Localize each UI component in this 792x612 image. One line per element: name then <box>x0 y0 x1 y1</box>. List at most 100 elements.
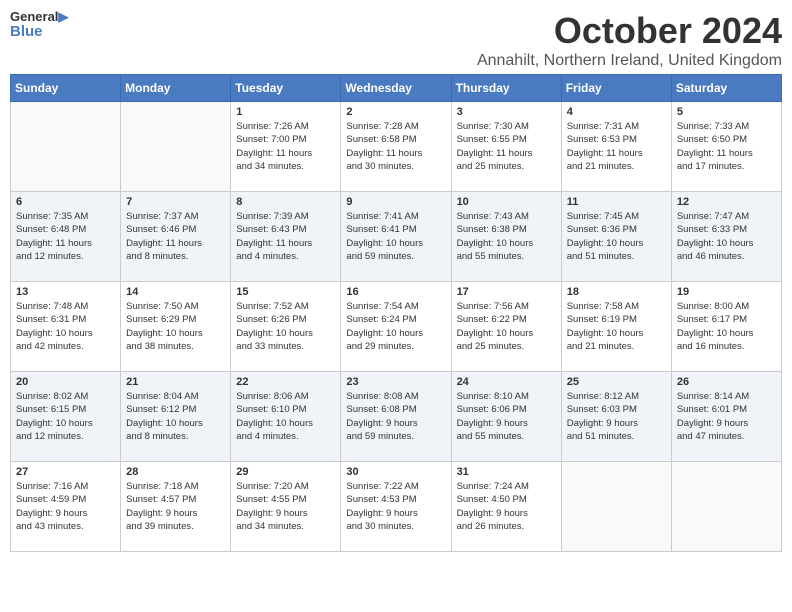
day-info: Sunrise: 7:52 AM Sunset: 6:26 PM Dayligh… <box>236 300 335 353</box>
day-number: 13 <box>16 286 115 298</box>
day-info: Sunrise: 7:24 AM Sunset: 4:50 PM Dayligh… <box>457 480 556 533</box>
day-number: 6 <box>16 196 115 208</box>
day-number: 3 <box>457 106 556 118</box>
calendar-cell: 17 Sunrise: 7:56 AM Sunset: 6:22 PM Dayli… <box>451 282 561 372</box>
calendar-table: SundayMondayTuesdayWednesdayThursdayFrid… <box>10 74 782 552</box>
day-info: Sunrise: 7:31 AM Sunset: 6:53 PM Dayligh… <box>567 120 666 173</box>
header-saturday: Saturday <box>671 75 781 102</box>
header-tuesday: Tuesday <box>231 75 341 102</box>
day-number: 20 <box>16 376 115 388</box>
day-info: Sunrise: 7:39 AM Sunset: 6:43 PM Dayligh… <box>236 210 335 263</box>
calendar-cell: 1 Sunrise: 7:26 AM Sunset: 7:00 PM Daylig… <box>231 102 341 192</box>
week-row-3: 13 Sunrise: 7:48 AM Sunset: 6:31 PM Dayli… <box>11 282 782 372</box>
day-number: 25 <box>567 376 666 388</box>
day-info: Sunrise: 7:54 AM Sunset: 6:24 PM Dayligh… <box>346 300 445 353</box>
calendar-cell: 4 Sunrise: 7:31 AM Sunset: 6:53 PM Daylig… <box>561 102 671 192</box>
location-title: Annahilt, Northern Ireland, United Kingd… <box>477 52 782 70</box>
day-info: Sunrise: 7:22 AM Sunset: 4:53 PM Dayligh… <box>346 480 445 533</box>
calendar-cell: 18Sunrise: 7:58 AM Sunset: 6:19 PM Dayli… <box>561 282 671 372</box>
calendar-cell: 31 Sunrise: 7:24 AM Sunset: 4:50 PM Dayli… <box>451 462 561 552</box>
title-section: October 2024 Annahilt, Northern Ireland,… <box>477 10 782 70</box>
logo-icon: General▶ Blue <box>10 10 68 41</box>
calendar-cell: 10Sunrise: 7:43 AM Sunset: 6:38 PM Dayli… <box>451 192 561 282</box>
day-number: 23 <box>346 376 445 388</box>
day-info: Sunrise: 7:28 AM Sunset: 6:58 PM Dayligh… <box>346 120 445 173</box>
day-info: Sunrise: 7:18 AM Sunset: 4:57 PM Dayligh… <box>126 480 225 533</box>
header-friday: Friday <box>561 75 671 102</box>
calendar-cell: 26 Sunrise: 8:14 AM Sunset: 6:01 PM Dayli… <box>671 372 781 462</box>
calendar-cell: 11Sunrise: 7:45 AM Sunset: 6:36 PM Dayli… <box>561 192 671 282</box>
day-number: 17 <box>457 286 556 298</box>
day-info: Sunrise: 8:04 AM Sunset: 6:12 PM Dayligh… <box>126 390 225 443</box>
header-sunday: Sunday <box>11 75 121 102</box>
calendar-cell <box>121 102 231 192</box>
header-row: SundayMondayTuesdayWednesdayThursdayFrid… <box>11 75 782 102</box>
day-number: 14 <box>126 286 225 298</box>
day-number: 1 <box>236 106 335 118</box>
calendar-cell: 5Sunrise: 7:33 AM Sunset: 6:50 PM Daylig… <box>671 102 781 192</box>
day-info: Sunrise: 7:41 AM Sunset: 6:41 PM Dayligh… <box>346 210 445 263</box>
calendar-cell: 3 Sunrise: 7:30 AM Sunset: 6:55 PM Daylig… <box>451 102 561 192</box>
day-number: 28 <box>126 466 225 478</box>
day-info: Sunrise: 8:02 AM Sunset: 6:15 PM Dayligh… <box>16 390 115 443</box>
header-monday: Monday <box>121 75 231 102</box>
day-info: Sunrise: 7:47 AM Sunset: 6:33 PM Dayligh… <box>677 210 776 263</box>
day-number: 9 <box>346 196 445 208</box>
day-info: Sunrise: 8:06 AM Sunset: 6:10 PM Dayligh… <box>236 390 335 443</box>
calendar-cell: 9 Sunrise: 7:41 AM Sunset: 6:41 PM Daylig… <box>341 192 451 282</box>
day-info: Sunrise: 7:45 AM Sunset: 6:36 PM Dayligh… <box>567 210 666 263</box>
day-number: 12 <box>677 196 776 208</box>
day-info: Sunrise: 7:30 AM Sunset: 6:55 PM Dayligh… <box>457 120 556 173</box>
page-header: General▶ Blue October 2024 Annahilt, Nor… <box>10 10 782 70</box>
day-info: Sunrise: 7:48 AM Sunset: 6:31 PM Dayligh… <box>16 300 115 353</box>
calendar-cell <box>671 462 781 552</box>
day-info: Sunrise: 7:26 AM Sunset: 7:00 PM Dayligh… <box>236 120 335 173</box>
day-number: 29 <box>236 466 335 478</box>
calendar-cell: 24Sunrise: 8:10 AM Sunset: 6:06 PM Dayli… <box>451 372 561 462</box>
day-number: 5 <box>677 106 776 118</box>
calendar-cell: 16Sunrise: 7:54 AM Sunset: 6:24 PM Dayli… <box>341 282 451 372</box>
day-number: 30 <box>346 466 445 478</box>
day-number: 31 <box>457 466 556 478</box>
day-info: Sunrise: 7:50 AM Sunset: 6:29 PM Dayligh… <box>126 300 225 353</box>
calendar-cell: 14 Sunrise: 7:50 AM Sunset: 6:29 PM Dayli… <box>121 282 231 372</box>
day-number: 7 <box>126 196 225 208</box>
calendar-cell: 28 Sunrise: 7:18 AM Sunset: 4:57 PM Dayli… <box>121 462 231 552</box>
week-row-4: 20 Sunrise: 8:02 AM Sunset: 6:15 PM Dayli… <box>11 372 782 462</box>
day-number: 4 <box>567 106 666 118</box>
day-info: Sunrise: 7:16 AM Sunset: 4:59 PM Dayligh… <box>16 480 115 533</box>
day-number: 22 <box>236 376 335 388</box>
week-row-1: 1 Sunrise: 7:26 AM Sunset: 7:00 PM Daylig… <box>11 102 782 192</box>
calendar-cell: 15 Sunrise: 7:52 AM Sunset: 6:26 PM Dayli… <box>231 282 341 372</box>
calendar-cell: 22 Sunrise: 8:06 AM Sunset: 6:10 PM Dayli… <box>231 372 341 462</box>
calendar-cell: 29Sunrise: 7:20 AM Sunset: 4:55 PM Dayli… <box>231 462 341 552</box>
day-info: Sunrise: 7:35 AM Sunset: 6:48 PM Dayligh… <box>16 210 115 263</box>
calendar-cell: 27 Sunrise: 7:16 AM Sunset: 4:59 PM Dayli… <box>11 462 121 552</box>
day-number: 15 <box>236 286 335 298</box>
day-number: 10 <box>457 196 556 208</box>
calendar-cell <box>561 462 671 552</box>
day-number: 8 <box>236 196 335 208</box>
day-number: 27 <box>16 466 115 478</box>
day-info: Sunrise: 7:37 AM Sunset: 6:46 PM Dayligh… <box>126 210 225 263</box>
calendar-cell: 13 Sunrise: 7:48 AM Sunset: 6:31 PM Dayli… <box>11 282 121 372</box>
calendar-cell: 23 Sunrise: 8:08 AM Sunset: 6:08 PM Dayli… <box>341 372 451 462</box>
day-info: Sunrise: 8:14 AM Sunset: 6:01 PM Dayligh… <box>677 390 776 443</box>
day-info: Sunrise: 8:10 AM Sunset: 6:06 PM Dayligh… <box>457 390 556 443</box>
week-row-2: 6 Sunrise: 7:35 AM Sunset: 6:48 PM Daylig… <box>11 192 782 282</box>
calendar-cell: 6 Sunrise: 7:35 AM Sunset: 6:48 PM Daylig… <box>11 192 121 282</box>
day-number: 18 <box>567 286 666 298</box>
calendar-cell: 2 Sunrise: 7:28 AM Sunset: 6:58 PM Daylig… <box>341 102 451 192</box>
week-row-5: 27 Sunrise: 7:16 AM Sunset: 4:59 PM Dayli… <box>11 462 782 552</box>
day-info: Sunrise: 7:56 AM Sunset: 6:22 PM Dayligh… <box>457 300 556 353</box>
header-thursday: Thursday <box>451 75 561 102</box>
day-number: 26 <box>677 376 776 388</box>
header-wednesday: Wednesday <box>341 75 451 102</box>
calendar-cell: 19Sunrise: 8:00 AM Sunset: 6:17 PM Dayli… <box>671 282 781 372</box>
day-number: 19 <box>677 286 776 298</box>
calendar-cell: 12 Sunrise: 7:47 AM Sunset: 6:33 PM Dayli… <box>671 192 781 282</box>
day-number: 2 <box>346 106 445 118</box>
calendar-cell: 30 Sunrise: 7:22 AM Sunset: 4:53 PM Dayli… <box>341 462 451 552</box>
day-info: Sunrise: 8:08 AM Sunset: 6:08 PM Dayligh… <box>346 390 445 443</box>
calendar-cell <box>11 102 121 192</box>
